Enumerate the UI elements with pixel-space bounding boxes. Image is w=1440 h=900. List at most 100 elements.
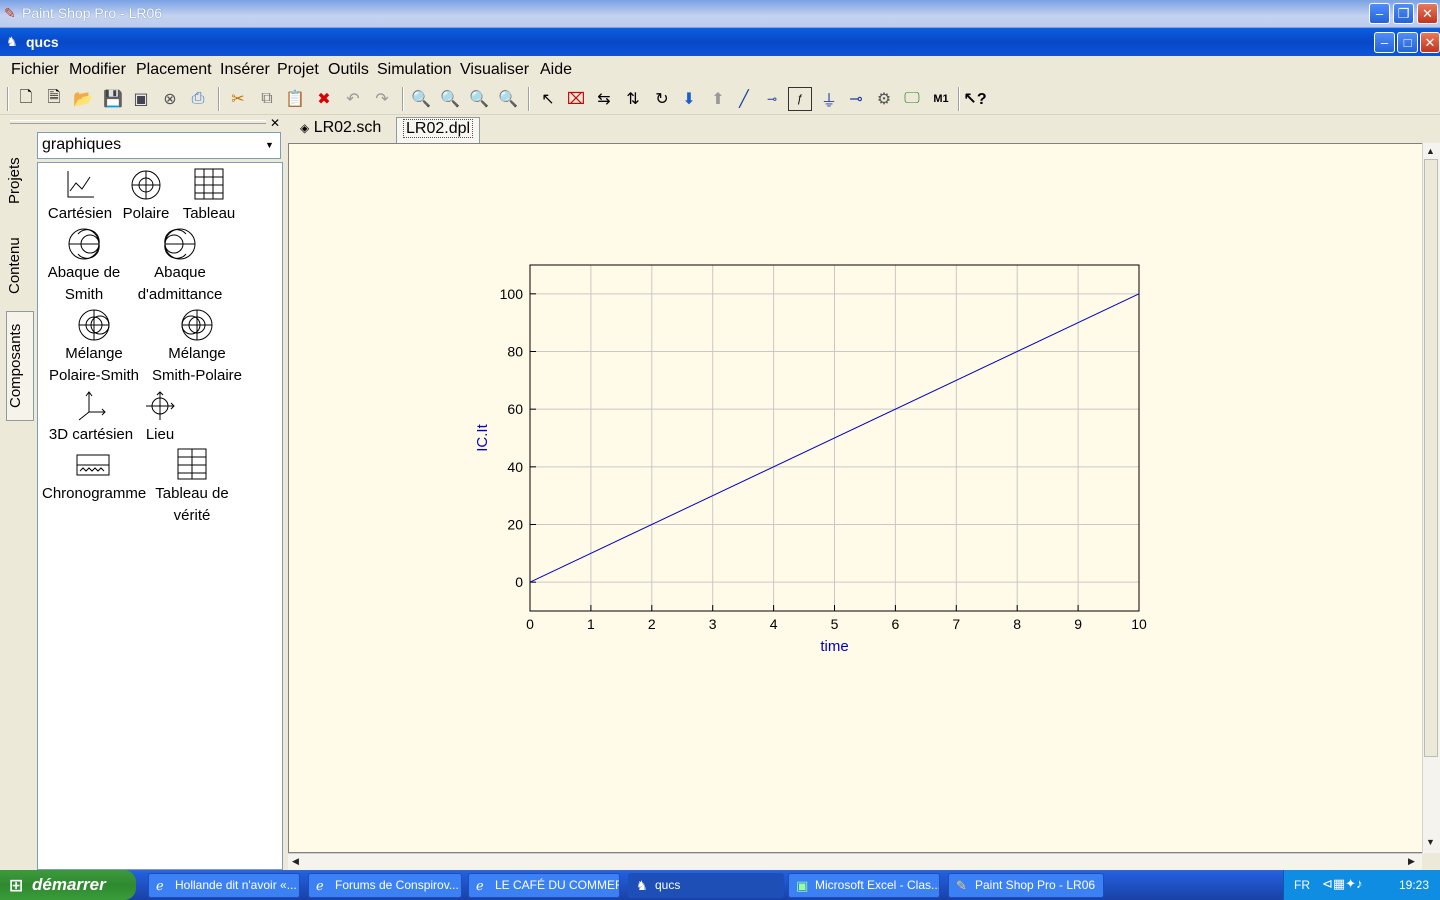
print-icon[interactable]: ⎙ — [186, 87, 210, 111]
dock-tabs: Projets Contenu Composants — [4, 131, 34, 871]
wire-label-icon[interactable]: ⊸ — [760, 87, 784, 111]
app-title-bar: ♞ qucs – □ ✕ — [0, 28, 1440, 56]
qucs-icon: ♞ — [636, 878, 648, 893]
schematic-doc-icon: ◈ — [300, 121, 310, 135]
menu-outils[interactable]: Outils — [328, 61, 369, 79]
chevron-down-icon[interactable]: ▼ — [261, 135, 278, 156]
tab-lr02-dpl[interactable]: LR02.dpl — [396, 117, 481, 143]
paste-icon[interactable]: 📋 — [283, 87, 307, 111]
start-button[interactable]: ⊞ démarrer — [0, 870, 136, 900]
leave-subcircuit-icon[interactable]: ⬆ — [706, 87, 730, 111]
task-ie-hollande[interactable]: ℯ Hollande dit n'avoir «... — [148, 873, 300, 898]
whats-this-icon[interactable]: ↖? — [963, 87, 987, 111]
task-paint-shop-pro[interactable]: ✎ Paint Shop Pro - LR06 — [948, 873, 1104, 898]
zoom-in-icon[interactable]: 🔍 — [409, 87, 433, 111]
delete-icon[interactable]: ✖ — [312, 87, 336, 111]
category-value: graphiques — [42, 136, 122, 153]
task-qucs[interactable]: ♞ qucs — [628, 873, 784, 898]
menu-inserer[interactable]: Insérer — [220, 61, 270, 79]
component-3d-cartesien[interactable]: 3D cartésien — [42, 388, 140, 446]
menu-visualiser[interactable]: Visualiser — [460, 61, 529, 79]
y-tick-label: 80 — [507, 344, 523, 360]
scroll-left-icon[interactable]: ◀ — [292, 856, 299, 867]
x-tick-label: 0 — [526, 616, 534, 632]
x-tick-label: 5 — [831, 616, 839, 632]
mirror-x-icon[interactable]: ⇆ — [592, 87, 616, 111]
schematic-canvas[interactable]: 0 1 2 3 4 5 6 7 8 9 10 0 20 40 60 80 100 time IC.It — [288, 143, 1424, 853]
simulate-icon[interactable]: ⚙ — [872, 87, 896, 111]
enter-subcircuit-icon[interactable]: ⬇ — [677, 87, 701, 111]
component-abaque-smith[interactable]: Abaque de Smith — [42, 226, 126, 306]
vertical-scroll-thumb[interactable] — [1424, 159, 1438, 757]
tab-lr02-sch[interactable]: ◈ LR02.sch — [294, 117, 387, 143]
menu-placement[interactable]: Placement — [136, 61, 212, 79]
maximize-button[interactable]: □ — [1397, 32, 1418, 53]
task-ie-forums[interactable]: ℯ Forums de Conspirov... — [308, 873, 462, 898]
component-melange-smith-polaire[interactable]: Mélange Smith-Polaire — [146, 307, 248, 387]
scroll-up-icon[interactable]: ▲ — [1426, 146, 1435, 156]
dock-close-icon[interactable]: ✕ — [270, 116, 280, 130]
wire-icon[interactable]: ╱ — [732, 87, 756, 111]
scroll-right-icon[interactable]: ▶ — [1408, 856, 1415, 867]
tab-composants[interactable]: Composants — [6, 311, 34, 421]
menu-simulation[interactable]: Simulation — [377, 61, 452, 79]
menu-projet[interactable]: Projet — [277, 61, 319, 79]
component-tableau[interactable]: Tableau — [178, 167, 240, 225]
edit-props-icon[interactable]: ⌧ — [564, 87, 588, 111]
cut-icon[interactable]: ✂ — [226, 87, 250, 111]
close-doc-icon[interactable]: ⊗ — [158, 87, 182, 111]
component-chronogramme[interactable]: Chronogramme — [42, 447, 146, 505]
scroll-down-icon[interactable]: ▼ — [1426, 837, 1435, 847]
menu-bar: Fichier Modifier Placement Insérer Proje… — [0, 56, 1440, 83]
task-ie-cafe[interactable]: ℯ LE CAFÉ DU COMMER... — [468, 873, 620, 898]
smith-chart-icon — [68, 228, 100, 260]
x-tick-label: 1 — [587, 616, 595, 632]
zoom-1-icon[interactable]: 🔍 — [438, 87, 462, 111]
dock-grip[interactable] — [10, 120, 266, 124]
component-lieu[interactable]: Lieu — [138, 388, 182, 446]
undo-icon[interactable]: ↶ — [341, 87, 365, 111]
new-text-icon[interactable]: 🗎 — [42, 87, 66, 111]
select-icon[interactable]: ↖ — [536, 87, 560, 111]
horizontal-scrollbar[interactable]: ◀ ▶ — [288, 853, 1422, 870]
category-select[interactable]: graphiques ▼ — [37, 132, 281, 159]
minimize-button[interactable]: – — [1374, 32, 1395, 53]
copy-icon[interactable]: ⧉ — [255, 87, 279, 111]
language-indicator[interactable]: FR — [1294, 878, 1310, 892]
close-button[interactable]: ✕ — [1420, 32, 1440, 53]
new-file-icon[interactable]: 🗋 — [14, 87, 38, 111]
mirror-y-icon[interactable]: ⇅ — [621, 87, 645, 111]
paint-shop-pro-icon: ✎ — [4, 5, 16, 21]
redo-icon[interactable]: ↷ — [370, 87, 394, 111]
tray-icons[interactable]: ⊲▦✦♪ — [1322, 876, 1363, 892]
open-icon[interactable]: 📂 — [71, 87, 95, 111]
marker-icon[interactable]: M1 — [929, 87, 953, 111]
cartesian-graph[interactable]: 0 1 2 3 4 5 6 7 8 9 10020406080100timeIC.It — [289, 144, 1423, 852]
y-tick-label: 20 — [507, 517, 523, 533]
view-data-icon[interactable]: 🖵 — [900, 87, 924, 111]
component-abaque-admittance[interactable]: Abaque d'admittance — [130, 226, 230, 306]
component-melange-polaire-smith[interactable]: Mélange Polaire-Smith — [42, 307, 146, 387]
outer-minimize-button[interactable]: – — [1369, 3, 1390, 24]
save-all-icon[interactable]: ▣ — [129, 87, 153, 111]
save-icon[interactable]: 💾 — [101, 87, 125, 111]
port-icon[interactable]: ⊸ — [844, 87, 868, 111]
rotate-icon[interactable]: ↻ — [650, 87, 674, 111]
menu-modifier[interactable]: Modifier — [69, 61, 126, 79]
ground-icon[interactable]: ⏚ — [817, 87, 841, 111]
component-tableau-verite[interactable]: Tableau de vérité — [146, 447, 238, 527]
zoom-out-icon[interactable]: 🔍 — [496, 87, 520, 111]
task-excel[interactable]: ▣ Microsoft Excel - Clas... — [788, 873, 940, 898]
tab-projets[interactable]: Projets — [6, 141, 34, 221]
menu-aide[interactable]: Aide — [540, 61, 572, 79]
table-icon — [194, 168, 224, 200]
outer-restore-button[interactable]: ❐ — [1393, 3, 1414, 24]
tab-contenu[interactable]: Contenu — [6, 226, 34, 306]
component-polaire[interactable]: Polaire — [120, 167, 172, 225]
equation-icon[interactable]: ƒ — [788, 87, 812, 111]
outer-close-button[interactable]: ✕ — [1417, 3, 1438, 24]
vertical-scrollbar[interactable]: ▲ ▼ — [1422, 143, 1440, 853]
zoom-fit-icon[interactable]: 🔍 — [467, 87, 491, 111]
component-cartesien[interactable]: Cartésien — [42, 167, 118, 225]
menu-fichier[interactable]: Fichier — [11, 61, 59, 79]
